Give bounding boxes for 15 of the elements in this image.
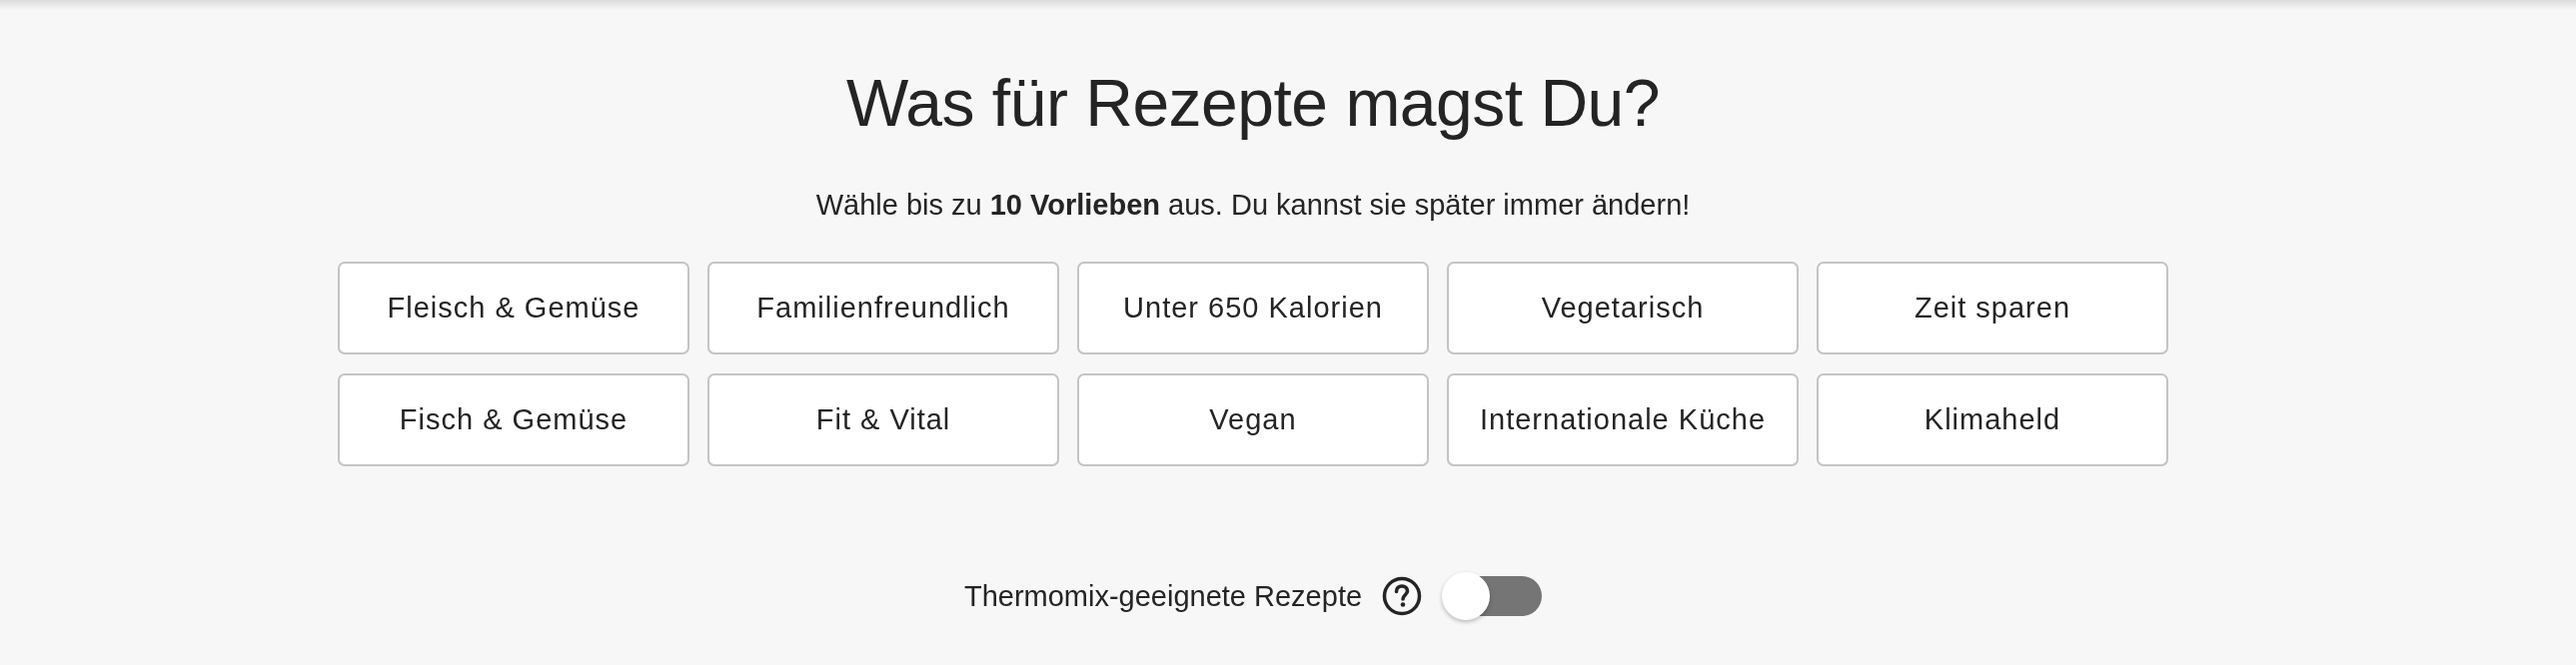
- preference-button[interactable]: Klimaheld: [1817, 373, 2168, 466]
- preference-button[interactable]: Fisch & Gemüse: [338, 373, 689, 466]
- toggle-switch[interactable]: [1442, 572, 1543, 620]
- preference-button[interactable]: Unter 650 Kalorien: [1077, 262, 1429, 354]
- preference-button[interactable]: Zeit sparen: [1817, 262, 2168, 354]
- preference-button[interactable]: Familienfreundlich: [707, 262, 1059, 354]
- preference-button[interactable]: Fit & Vital: [707, 373, 1059, 466]
- preference-button[interactable]: Internationale Küche: [1447, 373, 1799, 466]
- toggle-label: Thermomix-geeignete Rezepte: [963, 579, 1363, 614]
- page-title: Was für Rezepte magst Du?: [845, 65, 1660, 142]
- preference-button[interactable]: Vegan: [1077, 373, 1429, 466]
- help-icon[interactable]: [1382, 576, 1423, 616]
- preference-button[interactable]: Vegetarisch: [1447, 262, 1799, 354]
- preference-button[interactable]: Fleisch & Gemüse: [338, 262, 689, 354]
- instruction-text: Wähle bis zu 10 Vorlieben aus. Du kannst sie später immer ändern!: [815, 188, 1691, 223]
